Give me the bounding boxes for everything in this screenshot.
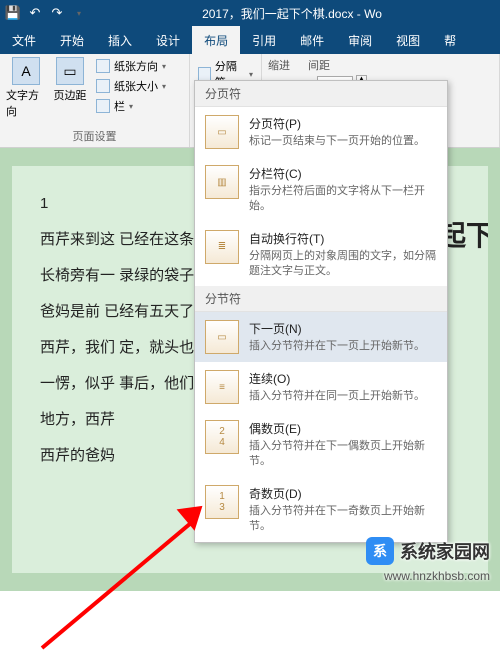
tab-references[interactable]: 引用: [240, 26, 288, 54]
next-page-icon: ▭: [205, 320, 239, 354]
indent-label: 缩进: [268, 57, 290, 73]
group-page-setup-label: 页面设置: [6, 128, 183, 144]
tab-layout[interactable]: 布局: [192, 26, 240, 54]
margins-label: 页边距: [54, 87, 87, 103]
tab-review[interactable]: 审阅: [336, 26, 384, 54]
dropdown-header-page-breaks: 分页符: [195, 81, 447, 107]
menu-item-desc: 插入分节符并在同一页上开始新节。: [249, 389, 425, 404]
menu-item-title: 分页符(P): [249, 115, 425, 132]
text-direction-label: 文字方向: [6, 87, 46, 119]
undo-icon[interactable]: ↶: [26, 4, 44, 22]
chevron-down-icon: ▾: [162, 82, 166, 91]
menu-continuous[interactable]: ≡ 连续(O) 插入分节符并在同一页上开始新节。: [195, 362, 447, 412]
orientation-button[interactable]: 纸张方向 ▾: [94, 57, 168, 75]
text-wrapping-icon: ≣: [205, 230, 239, 264]
quick-access-toolbar: 💾 ↶ ↷ ▾: [4, 4, 88, 22]
margins-icon: ▭: [56, 57, 84, 85]
page-break-icon: ▭: [205, 115, 239, 149]
save-icon[interactable]: 💾: [4, 4, 22, 22]
orientation-label: 纸张方向: [114, 58, 158, 74]
columns-label: 栏: [114, 98, 125, 114]
columns-icon: [96, 99, 110, 113]
tab-design[interactable]: 设计: [144, 26, 192, 54]
margins-button[interactable]: ▭ 页边距: [50, 57, 90, 103]
text-direction-icon: A: [12, 57, 40, 85]
size-icon: [96, 79, 110, 93]
title-bar: 💾 ↶ ↷ ▾ 2017，我们一起下个棋.docx - Wo: [0, 0, 500, 26]
menu-even-page[interactable]: 24 偶数页(E) 插入分节符并在下一偶数页上开始新节。: [195, 412, 447, 477]
tab-home[interactable]: 开始: [48, 26, 96, 54]
watermark-url: www.hnzkhbsb.com: [384, 569, 490, 583]
tab-insert[interactable]: 插入: [96, 26, 144, 54]
menu-item-title: 奇数页(D): [249, 485, 437, 502]
chevron-down-icon: ▾: [249, 70, 253, 79]
dropdown-header-section-breaks: 分节符: [195, 286, 447, 312]
menu-text-wrapping[interactable]: ≣ 自动换行符(T) 分隔网页上的对象周围的文字，如分隔题注文字与正文。: [195, 222, 447, 287]
redo-icon[interactable]: ↷: [48, 4, 66, 22]
watermark-logo-icon: 系: [366, 537, 394, 565]
menu-next-page[interactable]: ▭ 下一页(N) 插入分节符并在下一页上开始新节。: [195, 312, 447, 362]
watermark-text: 系统家园网: [400, 538, 490, 564]
menu-item-title: 分栏符(C): [249, 165, 437, 182]
menu-item-desc: 指示分栏符后面的文字将从下一栏开始。: [249, 184, 437, 214]
size-label: 纸张大小: [114, 78, 158, 94]
menu-item-desc: 插入分节符并在下一奇数页上开始新节。: [249, 504, 437, 534]
tab-view[interactable]: 视图: [384, 26, 432, 54]
menu-item-title: 自动换行符(T): [249, 230, 437, 247]
text-direction-button[interactable]: A 文字方向: [6, 57, 46, 119]
menu-item-title: 下一页(N): [249, 320, 425, 337]
size-button[interactable]: 纸张大小 ▾: [94, 77, 168, 95]
document-title: 2017，我们一起下个棋.docx - Wo: [88, 5, 496, 22]
breaks-icon: [198, 67, 211, 81]
breaks-dropdown: 分页符 ▭ 分页符(P) 标记一页结束与下一页开始的位置。 ▥ 分栏符(C) 指示分…: [194, 80, 448, 543]
menu-page-break[interactable]: ▭ 分页符(P) 标记一页结束与下一页开始的位置。: [195, 107, 447, 157]
tab-help[interactable]: 帮: [432, 26, 468, 54]
watermark: 系 系统家园网: [366, 537, 490, 565]
ribbon-tabs: 文件 开始 插入 设计 布局 引用 邮件 审阅 视图 帮: [0, 26, 500, 54]
menu-item-desc: 分隔网页上的对象周围的文字，如分隔题注文字与正文。: [249, 249, 437, 279]
chevron-down-icon: ▾: [129, 102, 133, 111]
qat-more-icon[interactable]: ▾: [70, 4, 88, 22]
tab-mailings[interactable]: 邮件: [288, 26, 336, 54]
continuous-icon: ≡: [205, 370, 239, 404]
column-break-icon: ▥: [205, 165, 239, 199]
chevron-down-icon: ▾: [162, 62, 166, 71]
odd-page-icon: 13: [205, 485, 239, 519]
group-page-setup: A 文字方向 ▭ 页边距 纸张方向▾ 纸张大小▾ 栏▾ 页面设置: [0, 54, 190, 147]
menu-item-desc: 插入分节符并在下一偶数页上开始新节。: [249, 439, 437, 469]
orientation-icon: [96, 59, 110, 73]
menu-item-title: 连续(O): [249, 370, 425, 387]
menu-column-break[interactable]: ▥ 分栏符(C) 指示分栏符后面的文字将从下一栏开始。: [195, 157, 447, 222]
menu-item-title: 偶数页(E): [249, 420, 437, 437]
columns-button[interactable]: 栏▾: [94, 97, 168, 115]
tab-file[interactable]: 文件: [0, 26, 48, 54]
menu-item-desc: 标记一页结束与下一页开始的位置。: [249, 134, 425, 149]
even-page-icon: 24: [205, 420, 239, 454]
menu-odd-page[interactable]: 13 奇数页(D) 插入分节符并在下一奇数页上开始新节。: [195, 477, 447, 542]
spacing-label: 间距: [308, 57, 367, 73]
menu-item-desc: 插入分节符并在下一页上开始新节。: [249, 339, 425, 354]
